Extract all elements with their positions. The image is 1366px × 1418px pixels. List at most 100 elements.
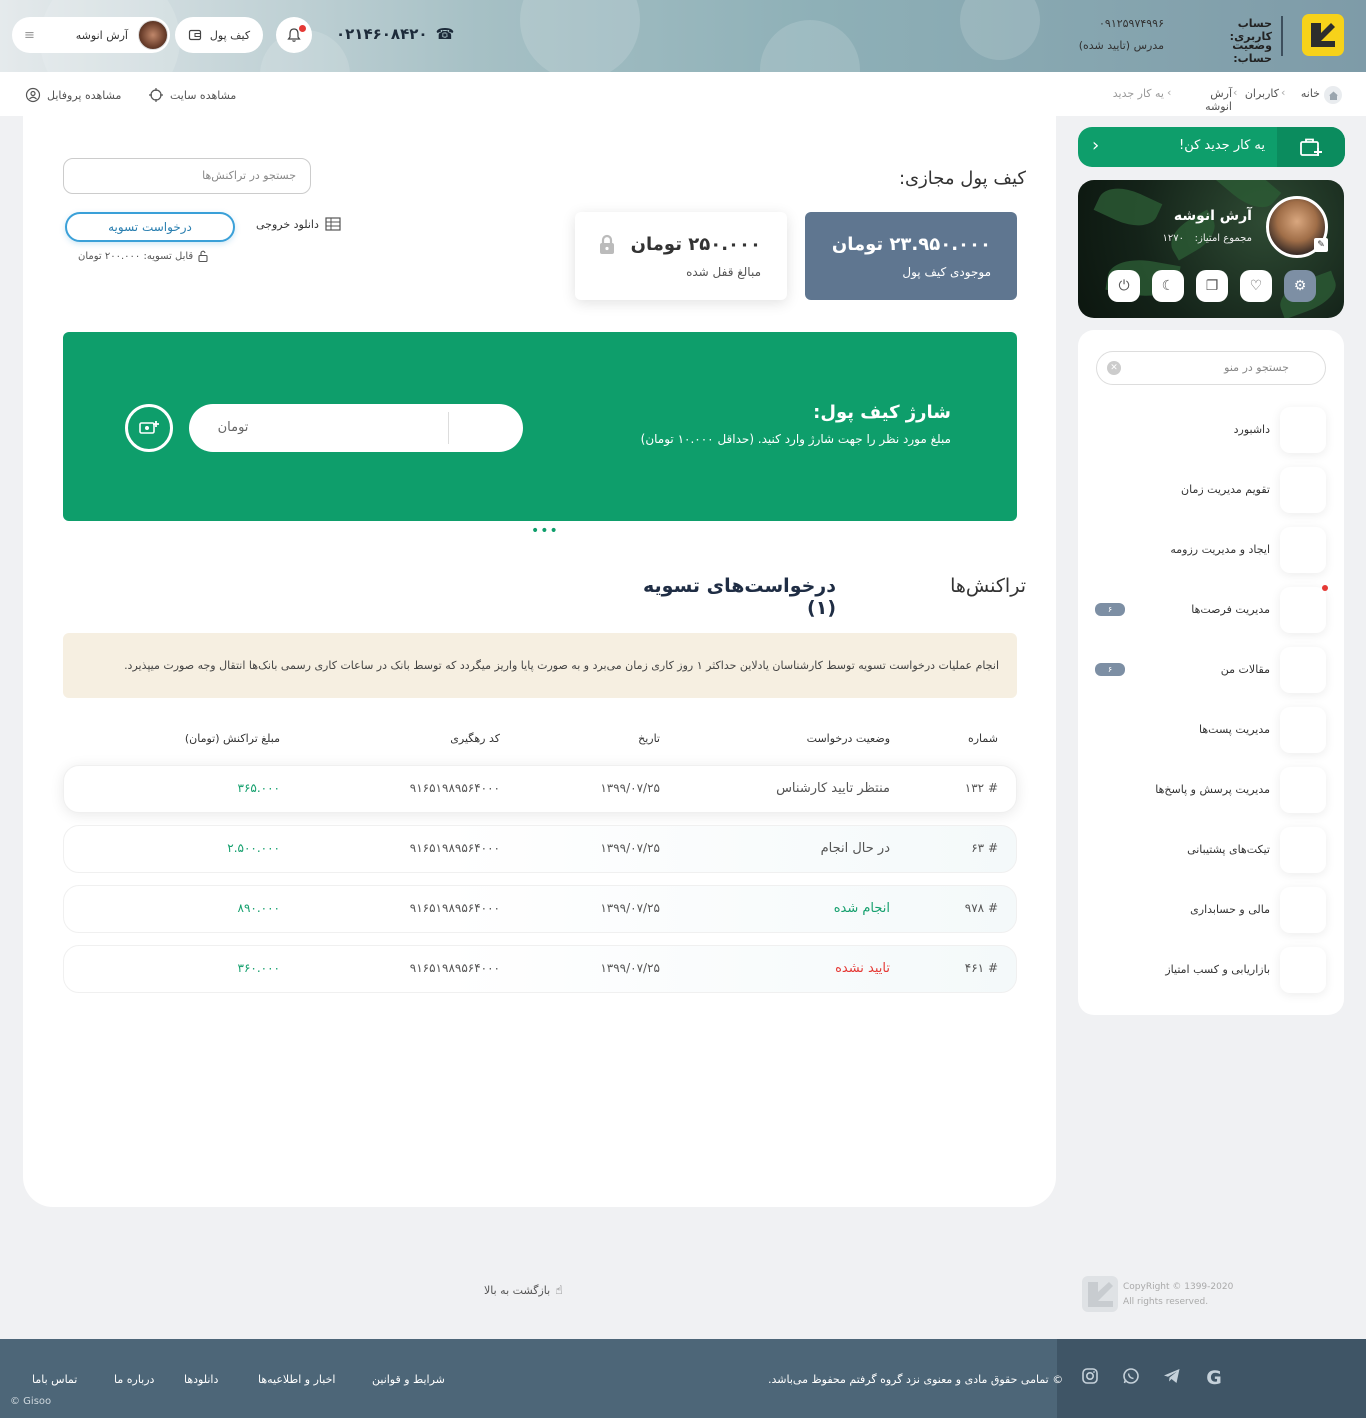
edit-avatar-icon[interactable]: ✎ <box>1314 238 1328 252</box>
account-value: ۰۹۱۲۵۹۷۴۹۹۶ <box>1099 17 1164 30</box>
status-label: وضعیت حساب: <box>1232 39 1272 65</box>
balance-amount: ۲۳.۹۵۰.۰۰۰ تومان <box>831 234 991 255</box>
sidebar-item-qa[interactable]: مدیریت پرسش و پاسخ‌ها <box>1078 767 1344 815</box>
profile-name: آرش انوشه <box>1173 208 1252 224</box>
sidebar-item-posts[interactable]: مدیریت پست‌ها <box>1078 707 1344 755</box>
menu-icon-box <box>1280 767 1326 813</box>
google-icon[interactable]: G <box>1203 1367 1225 1389</box>
header-divider <box>1281 16 1283 56</box>
profile-icon <box>25 87 41 103</box>
menu-icon-box <box>1280 527 1326 573</box>
sidebar-item-label: ایجاد و مدیریت رزومه <box>1170 543 1270 556</box>
profile-card: ✎ آرش انوشه مجموع امتیاز: ۱۲۷۰ ⚙ ♡ ❐ ☾ ⏻ <box>1078 180 1344 318</box>
cta-label: یه کار جدید کن! <box>1178 138 1265 153</box>
footer-logo <box>1082 1276 1118 1312</box>
table-row[interactable]: # ۶۳ در حال انجام ۱۳۹۹/۰۷/۲۵ ۹۱۶۵۱۹۸۹۵۶۴… <box>63 825 1017 873</box>
favorites-button[interactable]: ♡ <box>1240 270 1272 302</box>
view-profile-link[interactable]: مشاهده پروفایل <box>25 87 121 103</box>
transaction-search-input[interactable]: جستجو در تراکنش‌ها <box>63 158 311 194</box>
telegram-icon[interactable] <box>1161 1367 1183 1389</box>
download-output-button[interactable]: دانلود خروجی <box>256 217 341 231</box>
breadcrumb-home[interactable]: خانه <box>1290 87 1320 100</box>
status-value: مدرس (تایید شده) <box>1078 39 1164 52</box>
sidebar-item-articles[interactable]: مقالات من ۶ <box>1078 647 1344 695</box>
logout-button[interactable]: ⏻ <box>1108 270 1140 302</box>
col-header-date: تاریخ <box>638 732 660 745</box>
copyright-text: CopyRight © 1399-2020 All rights reserve… <box>1123 1282 1234 1307</box>
wallet-balance-card: ۲۳.۹۵۰.۰۰۰ تومان موجودی کیف پول <box>805 212 1017 300</box>
clear-icon[interactable]: ✕ <box>1107 361 1121 375</box>
sidebar-item-label: بازاریابی و کسب امتیاز <box>1165 963 1270 976</box>
sidebar-item-resume[interactable]: ایجاد و مدیریت رزومه <box>1078 527 1344 575</box>
user-avatar <box>138 20 168 50</box>
profile-score: ۱۲۷۰ <box>1162 233 1184 244</box>
alert-dot <box>1322 585 1328 591</box>
count-badge: ۶ <box>1095 603 1125 616</box>
chevron-left-icon: ‹ <box>1092 135 1100 156</box>
sidebar-item-calendar[interactable]: تقویم مدیریت زمان <box>1078 467 1344 515</box>
wallet-button[interactable]: کیف پول <box>175 17 263 53</box>
user-menu[interactable]: آرش انوشه ≡ <box>12 17 170 53</box>
whatsapp-icon[interactable] <box>1120 1367 1142 1389</box>
footer-link-terms[interactable]: شرایط و قوانین <box>372 1373 445 1386</box>
row-number: # ۹۷۸ <box>964 901 998 915</box>
profile-score-label: مجموع امتیاز: <box>1194 233 1252 244</box>
table-row[interactable]: # ۱۳۲ منتظر تایید کارشناس ۱۳۹۹/۰۷/۲۵ ۹۱۶… <box>63 765 1017 813</box>
home-icon[interactable] <box>1324 86 1342 104</box>
row-number: # ۶۳ <box>971 841 998 855</box>
charge-description: مبلغ مورد نظر را جهت شارژ وارد کنید. (حد… <box>640 432 951 446</box>
table-row[interactable]: # ۴۶۱ تایید نشده ۱۳۹۹/۰۷/۲۵ ۹۱۶۵۱۹۸۹۵۶۴۰… <box>63 945 1017 993</box>
count-badge: ۶ <box>1095 663 1125 676</box>
charge-amount-input[interactable]: تومان <box>189 404 523 452</box>
unlock-icon <box>198 250 208 262</box>
settings-button[interactable]: ⚙ <box>1284 270 1316 302</box>
sidebar-item-label: مالی و حسابداری <box>1190 903 1270 916</box>
footer-link-news[interactable]: اخبار و اطلاعیه‌ها <box>258 1373 335 1386</box>
footer-link-downloads[interactable]: دانلودها <box>184 1373 218 1386</box>
dark-mode-button[interactable]: ☾ <box>1152 270 1184 302</box>
row-date: ۱۳۹۹/۰۷/۲۵ <box>600 901 660 915</box>
sidebar-item-tickets[interactable]: تیکت‌های پشتیبانی <box>1078 827 1344 875</box>
sidebar-item-label: تیکت‌های پشتیبانی <box>1187 843 1270 856</box>
new-task-button[interactable]: یه کار جدید کن! ‹ <box>1078 127 1345 167</box>
sidebar-item-label: داشبورد <box>1233 423 1270 436</box>
breadcrumb-current: یه کار جدید <box>1112 87 1164 100</box>
back-to-top-link[interactable]: ☝ بازگشت به بالا <box>484 1283 563 1297</box>
support-phone[interactable]: ☎ ۰۲۱۴۶۰۸۴۲۰ <box>336 25 454 43</box>
sidebar-item-opportunities[interactable]: مدیریت فرصت‌ها ۶ <box>1078 585 1344 635</box>
view-site-link[interactable]: مشاهده سایت <box>148 87 236 103</box>
locked-amount: ۲۵۰.۰۰۰ تومان <box>630 234 761 255</box>
locked-amount-card: ۲۵۰.۰۰۰ تومان مبالغ قفل شده <box>575 212 787 300</box>
notification-button[interactable] <box>276 17 312 53</box>
col-header-amount: مبلغ تراکنش (تومان) <box>184 732 280 745</box>
row-tracking-code: ۹۱۶۵۱۹۸۹۵۶۴۰۰۰ <box>409 781 500 795</box>
more-dots-icon[interactable]: ••• <box>531 523 559 539</box>
row-number: # ۱۳۲ <box>964 781 998 795</box>
sidebar-menu: جستجو در منو ✕ داشبورد تقویم مدیریت زمان… <box>1078 330 1344 1015</box>
sidebar-item-finance[interactable]: مالی و حسابداری <box>1078 887 1344 935</box>
row-tracking-code: ۹۱۶۵۱۹۸۹۵۶۴۰۰۰ <box>409 901 500 915</box>
menu-search-input[interactable]: جستجو در منو ✕ <box>1096 351 1326 385</box>
breadcrumb-users[interactable]: کاربران <box>1236 87 1279 100</box>
tab-settlement-requests[interactable]: درخواست‌های تسویه (۱) <box>620 575 836 619</box>
brand-logo[interactable] <box>1302 14 1344 56</box>
charge-title: شارژ کیف پول: <box>813 402 951 423</box>
row-status: تایید نشده <box>835 961 890 976</box>
menu-icon-box <box>1280 947 1326 993</box>
table-row[interactable]: # ۹۷۸ انجام شده ۱۳۹۹/۰۷/۲۵ ۹۱۶۵۱۹۸۹۵۶۴۰۰… <box>63 885 1017 933</box>
instagram-icon[interactable] <box>1079 1367 1101 1389</box>
footer-link-contact[interactable]: تماس باما <box>32 1373 77 1386</box>
sidebar-item-marketing[interactable]: بازاریابی و کسب امتیاز <box>1078 947 1344 995</box>
charge-submit-button[interactable] <box>125 404 173 452</box>
rights-notice: © تمامی حقوق مادی و معنوی نزد گروه گرفتم… <box>768 1373 1064 1386</box>
col-header-code: کد رهگیری <box>450 732 500 745</box>
footer-link-about[interactable]: درباره ما <box>114 1373 154 1386</box>
gear-icon: ⚙ <box>1293 278 1307 294</box>
sidebar-item-dashboard[interactable]: داشبورد <box>1078 407 1344 455</box>
row-number: # ۴۶۱ <box>964 961 998 975</box>
sidebar-item-label: تقویم مدیریت زمان <box>1181 483 1270 496</box>
tab-transactions[interactable]: تراکنش‌ها <box>930 575 1026 597</box>
breadcrumb-user[interactable]: آرش انوشه <box>1180 87 1232 113</box>
copy-button[interactable]: ❐ <box>1196 270 1228 302</box>
settle-request-button[interactable]: درخواست تسویه <box>65 212 235 242</box>
